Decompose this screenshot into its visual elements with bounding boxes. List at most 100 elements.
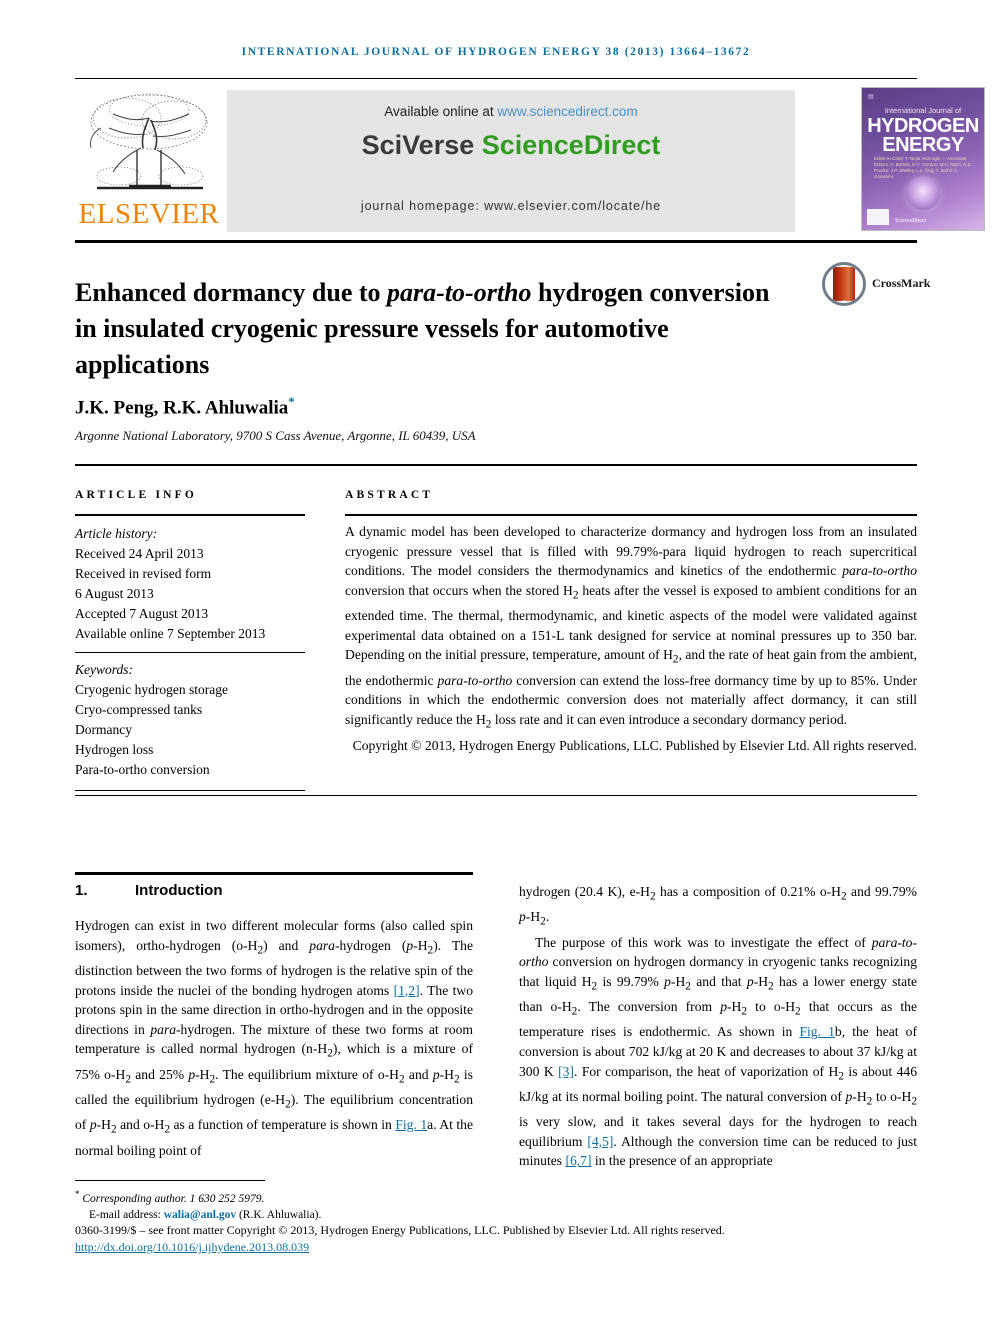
abstract-part-2: conversion that occurs when the stored H xyxy=(345,582,573,598)
section-number: 1. xyxy=(75,882,88,899)
text-run: . The equilibrium mixture of o-H xyxy=(215,1066,399,1082)
keywords-list: Keywords: Cryogenic hydrogen storage Cry… xyxy=(75,660,310,780)
cover-orb-graphic xyxy=(906,176,940,210)
paragraph-intro-left: Hydrogen can exist in two different mole… xyxy=(75,916,473,1160)
text-run: and that xyxy=(690,973,747,989)
text-run: has a composition of 0.21% o-H xyxy=(655,884,841,899)
text-run: -H xyxy=(727,999,742,1015)
abstract-emphasis-1: para-to-ortho xyxy=(842,563,917,579)
affiliation: Argonne National Laboratory, 9700 S Cass… xyxy=(75,428,476,443)
article-history-item: Available online 7 September 2013 xyxy=(75,626,266,641)
corresponding-author-text: Corresponding author. 1 630 252 5979. xyxy=(82,1192,265,1205)
paper-page: International Journal of Hydrogen Energy… xyxy=(0,0,992,1323)
keyword-item: Para-to-ortho conversion xyxy=(75,762,210,777)
sciencedirect-band: Available online at www.sciencedirect.co… xyxy=(227,90,795,232)
text-run: -H xyxy=(525,909,541,925)
article-history-item: Received 24 April 2013 xyxy=(75,546,204,561)
text-run: and xyxy=(404,1066,433,1082)
elsevier-tree-icon xyxy=(90,93,208,190)
emphasis: p xyxy=(89,1117,97,1133)
email-label: E-mail address: xyxy=(89,1208,164,1221)
journal-running-head: International Journal of Hydrogen Energy… xyxy=(241,46,751,58)
journal-homepage-line: journal homepage: www.elsevier.com/locat… xyxy=(360,199,662,213)
text-run: in the presence of an appropriate xyxy=(591,1153,773,1169)
corresponding-author-note: * Corresponding author. 1 630 252 5979. xyxy=(75,1186,575,1207)
corresponding-author-marker[interactable]: * xyxy=(288,394,295,409)
figure-link[interactable]: Fig. 1 xyxy=(799,1024,834,1039)
emphasis: para xyxy=(150,1021,177,1037)
text-run: as a function of temperature is shown in xyxy=(170,1117,396,1133)
email-link[interactable]: walia@anl.gov xyxy=(164,1209,236,1221)
body-column-right: hydrogen (20.4 K), e-H 2 has a compositio… xyxy=(519,882,917,1171)
abstract-emphasis-2: para-to-ortho xyxy=(437,672,513,688)
cover-sciencedirect-brand: ScienceDirect xyxy=(895,218,926,224)
section-heading-rule xyxy=(75,872,473,876)
paragraph-right-2: The purpose of this work was to investig… xyxy=(519,933,917,1171)
abstract-block-bottom-rule xyxy=(75,795,917,797)
text-run: -H xyxy=(670,973,686,989)
masthead: ELSEVIER Available online at www.science… xyxy=(75,86,985,234)
text-run: -H xyxy=(852,1088,867,1104)
citation-link[interactable]: [4,5] xyxy=(587,1134,613,1149)
citation-link[interactable]: [6,7] xyxy=(565,1153,591,1168)
title-emphasis-1: para-to-ortho xyxy=(387,278,532,308)
cover-publisher-mark xyxy=(867,209,889,225)
doi-link[interactable]: http://dx.doi.org/10.1016/j.ijhydene.201… xyxy=(75,1240,917,1255)
article-history: Article history: Received 24 April 2013 … xyxy=(75,524,310,644)
keyword-item: Cryogenic hydrogen storage xyxy=(75,682,228,697)
article-history-label: Article history: xyxy=(75,526,158,541)
emphasis: p xyxy=(720,999,728,1015)
text-run: -hydrogen ( xyxy=(334,937,407,953)
text-run: is 99.79% xyxy=(597,973,665,989)
emphasis: p xyxy=(519,909,526,925)
abstract-part-1: A dynamic model has been developed to ch… xyxy=(345,524,917,579)
journal-cover-thumbnail: ▤ International Journal of HYDROGEN ENER… xyxy=(861,87,985,231)
elsevier-wordmark: ELSEVIER xyxy=(78,198,220,230)
page-title: Enhanced dormancy due to para-to-ortho h… xyxy=(75,275,775,383)
text-run: -H xyxy=(413,937,428,953)
author-names: J.K. Peng, R.K. Ahluwalia xyxy=(75,397,289,419)
author-list: J.K. Peng, R.K. Ahluwalia* xyxy=(75,394,775,419)
emphasis: para xyxy=(309,937,335,953)
elsevier-logo: ELSEVIER xyxy=(75,86,223,234)
sciencedirect-word: ScienceDirect xyxy=(481,130,661,160)
citation-link[interactable]: [1,2] xyxy=(394,983,420,998)
email-note: E-mail address: walia@anl.gov (R.K. Ahlu… xyxy=(75,1207,575,1223)
available-online-line: Available online at www.sciencedirect.co… xyxy=(227,104,795,119)
abstract-block-top-rule xyxy=(75,464,917,467)
keywords-label: Keywords: xyxy=(75,662,133,677)
text-run: -H xyxy=(96,1117,111,1133)
crossmark-book-shape xyxy=(833,267,855,303)
title-part-1: Enhanced dormancy due to xyxy=(75,278,388,308)
text-run: and 99.79% xyxy=(846,884,917,899)
text-run: and 25% xyxy=(131,1066,189,1082)
text-run: to o-H xyxy=(872,1088,912,1104)
body-column-left: Hydrogen can exist in two different mole… xyxy=(75,916,473,1160)
article-history-item: Accepted 7 August 2013 xyxy=(75,606,209,621)
text-run: . The conversion from xyxy=(577,999,721,1015)
sciencedirect-url-link[interactable]: www.sciencedirect.com xyxy=(497,104,637,119)
text-run: to o-H xyxy=(747,999,796,1015)
title-part-2: hydrogen xyxy=(531,278,644,308)
abstract-part-6: loss rate and it can even introduce a se… xyxy=(491,711,848,727)
article-info-rule xyxy=(75,514,305,516)
citation-link[interactable]: [3] xyxy=(558,1064,574,1079)
section-title: Introduction xyxy=(135,882,223,899)
abstract-text: A dynamic model has been developed to ch… xyxy=(345,522,917,756)
footnote-rule xyxy=(75,1180,265,1182)
emphasis: p xyxy=(746,973,754,989)
text-run: and o-H xyxy=(116,1117,165,1133)
article-info-heading: ARTICLE INFO xyxy=(75,489,198,501)
crossmark-badge[interactable]: CrossMark xyxy=(822,262,930,314)
abstract-heading: ABSTRACT xyxy=(345,489,434,501)
keyword-item: Cryo-compressed tanks xyxy=(75,702,203,717)
keyword-item: Dormancy xyxy=(75,722,132,737)
cover-title-line2: ENERGY xyxy=(882,134,964,156)
text-run: -H xyxy=(753,973,769,989)
text-run: . For comparison, the heat of vaporizati… xyxy=(573,1063,839,1079)
footnote-block: * Corresponding author. 1 630 252 5979. … xyxy=(75,1186,575,1223)
crossmark-label: CrossMark xyxy=(872,276,931,290)
article-history-item: 6 August 2013 xyxy=(75,586,154,601)
sciverse-word: SciVerse xyxy=(361,130,482,160)
figure-link[interactable]: Fig. 1 xyxy=(395,1117,427,1132)
